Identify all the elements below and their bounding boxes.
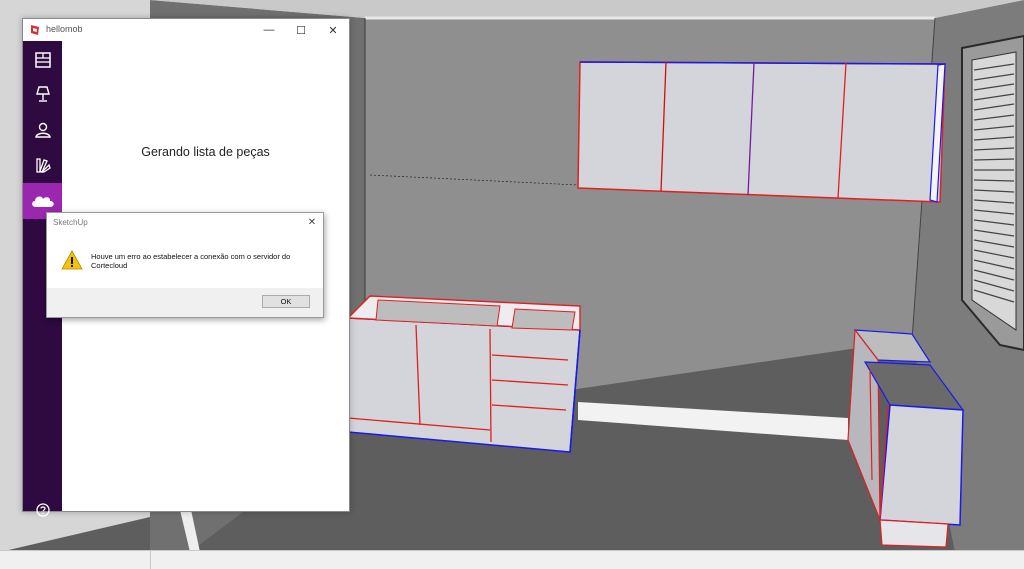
cabinet-list-icon xyxy=(34,52,51,68)
hellomob-logo-icon xyxy=(31,25,39,35)
status-divider xyxy=(150,551,151,569)
window-shutter xyxy=(961,34,1024,352)
status-bar xyxy=(0,550,1024,569)
swatch-fan-icon xyxy=(35,158,51,173)
dialog-close-button[interactable]: ✕ xyxy=(301,213,323,231)
status-message: Gerando lista de peças xyxy=(141,145,270,159)
sketchup-error-dialog: SketchUp ✕ Houve um erro ao estabelecer … xyxy=(46,212,324,318)
dialog-message: Houve um erro ao estabelecer a conexão c… xyxy=(91,252,291,270)
close-button[interactable]: ✕ xyxy=(317,19,349,41)
warning-icon xyxy=(61,250,83,270)
hellomob-titlebar[interactable]: hellomob — ☐ ✕ xyxy=(23,19,349,41)
sidebar-item-palette[interactable] xyxy=(23,148,62,182)
cloud-icon xyxy=(31,196,54,207)
chat-help-icon xyxy=(35,503,50,517)
ok-button[interactable]: OK xyxy=(262,295,310,308)
upper-cabinets xyxy=(577,61,946,203)
lamp-icon xyxy=(35,86,50,102)
minimize-button[interactable]: — xyxy=(253,19,285,41)
sidebar-item-user[interactable] xyxy=(23,113,62,147)
sidebar-item-lamp[interactable] xyxy=(23,77,62,111)
window-title: hellomob xyxy=(46,24,83,34)
lower-cabinets xyxy=(346,295,581,453)
dialog-footer: OK xyxy=(47,288,323,317)
maximize-button[interactable]: ☐ xyxy=(285,19,317,41)
dialog-title: SketchUp xyxy=(53,218,88,227)
sidebar-item-list[interactable] xyxy=(23,43,62,77)
sidebar-item-help[interactable] xyxy=(23,495,62,525)
user-icon xyxy=(34,122,51,138)
